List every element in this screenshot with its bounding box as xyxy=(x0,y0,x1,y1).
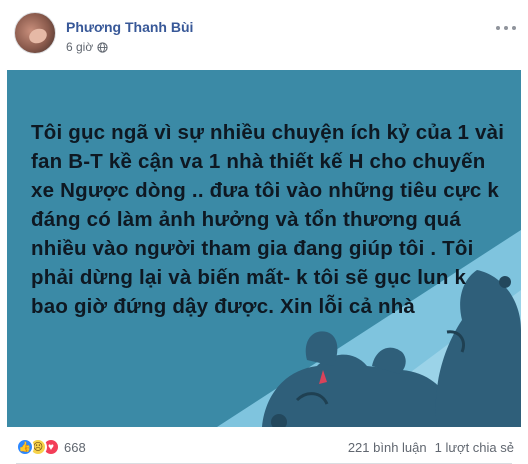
post-timestamp[interactable]: 6 giờ xyxy=(66,40,93,54)
more-options-icon[interactable] xyxy=(496,22,516,34)
post-header: Phương Thanh Bùi 6 giờ xyxy=(14,12,193,62)
reactions-summary[interactable]: 👍 ☹ ♥ 668 xyxy=(16,438,86,456)
post-stats: 221 bình luận 1 lượt chia sẻ xyxy=(348,440,514,455)
globe-icon xyxy=(97,41,108,53)
post-footer: 👍 ☹ ♥ 668 221 bình luận 1 lượt chia sẻ xyxy=(0,430,528,464)
time-row: 6 giờ xyxy=(66,40,193,54)
shares-count[interactable]: 1 lượt chia sẻ xyxy=(435,440,514,455)
post-image[interactable]: Tôi gục ngã vì sự nhiều chuyện ích kỷ củ… xyxy=(7,70,521,427)
post-card: Phương Thanh Bùi 6 giờ Tôi gục ngã vì sự… xyxy=(0,0,528,464)
author-name[interactable]: Phương Thanh Bùi xyxy=(66,18,193,36)
like-icon: 👍 xyxy=(16,438,34,456)
comments-count[interactable]: 221 bình luận xyxy=(348,440,427,455)
reaction-count: 668 xyxy=(64,439,86,455)
post-meta: Phương Thanh Bùi 6 giờ xyxy=(66,18,193,54)
avatar[interactable] xyxy=(14,12,56,54)
post-text: Tôi gục ngã vì sự nhiều chuyện ích kỷ củ… xyxy=(31,121,505,318)
